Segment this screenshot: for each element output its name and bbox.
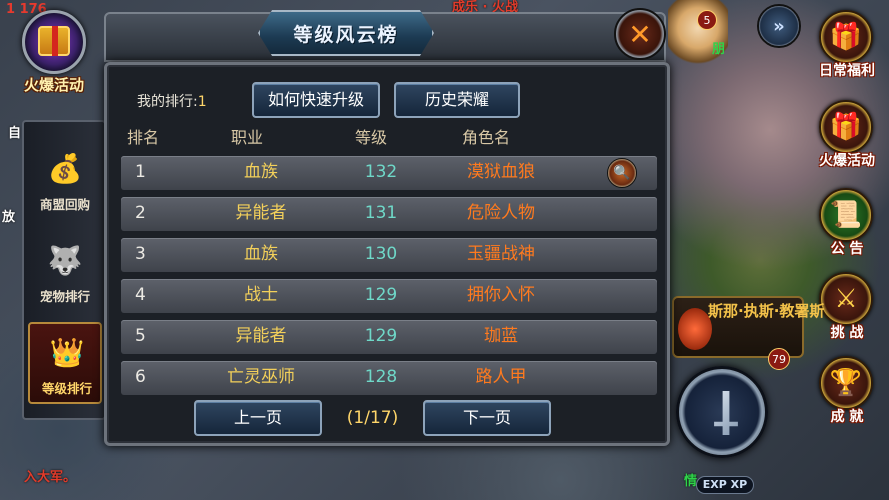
row-rank: 5 xyxy=(135,326,146,346)
row-name: 漠狱血狼 xyxy=(467,162,535,182)
trophy-icon: 🏆 xyxy=(819,356,873,410)
notice-label: 公 告 xyxy=(830,241,864,257)
daily-welfare-label: 日常福利 xyxy=(819,63,875,79)
row-name: 危险人物 xyxy=(467,203,535,223)
next-page-button[interactable]: 下一页 xyxy=(423,400,551,436)
row-level: 131 xyxy=(364,203,398,223)
row-class: 血族 xyxy=(244,162,278,182)
hot-event-label: 火爆活动 xyxy=(23,76,84,94)
gift-icon: 🎁 xyxy=(819,100,873,154)
coins-icon: 💰 xyxy=(47,151,83,185)
panel-title: 等级风云榜 xyxy=(293,23,399,46)
hero-name: 朋 xyxy=(712,42,726,57)
row-rank: 3 xyxy=(135,244,146,264)
panel-title-plate: 等级风云榜 xyxy=(258,10,434,56)
chat-text: 斯那·执斯·教署斯 xyxy=(708,302,825,320)
tab-level-ranking-label: 等级排行 xyxy=(41,381,92,396)
ranking-row[interactable]: 1 血族 132 漠狱血狼 🔍 xyxy=(121,156,657,190)
row-name: 珈蓝 xyxy=(484,326,518,346)
row-level: 129 xyxy=(364,326,398,346)
attack-skill-button[interactable] xyxy=(676,366,768,458)
row-name: 拥你入怀 xyxy=(467,285,535,305)
row-class: 血族 xyxy=(244,244,278,264)
ranking-row[interactable]: 3 血族 130 玉疆战神 xyxy=(121,238,657,272)
world-text-left: 自 xyxy=(8,126,22,141)
row-level: 130 xyxy=(364,244,398,264)
my-rank-value: 1 xyxy=(197,94,207,110)
how-to-level-up-button[interactable]: 如何快速升级 xyxy=(252,82,380,118)
inspect-player-button[interactable]: 🔍 xyxy=(607,158,637,188)
my-rank: 我的排行:1 xyxy=(137,91,207,111)
tab-level-ranking[interactable]: 👑 等级排行 xyxy=(28,322,102,404)
close-icon: ✕ xyxy=(628,17,652,51)
tab-pet-ranking[interactable]: 🐺 宠物排行 xyxy=(28,232,102,314)
hot-event-side-label: 火爆活动 xyxy=(819,153,875,169)
hot-event-button[interactable]: 火爆活动 xyxy=(2,0,110,110)
column-header-level: 等级 xyxy=(355,128,388,147)
crown-icon: 👑 xyxy=(49,335,85,369)
sword-icon xyxy=(714,391,738,435)
achievement-label: 成 就 xyxy=(830,409,864,425)
notice-icon: 📜 xyxy=(819,188,873,242)
column-header-class: 职业 xyxy=(231,128,264,147)
row-rank: 6 xyxy=(135,367,146,387)
row-rank: 4 xyxy=(135,285,146,305)
ranking-row[interactable]: 6 亡灵巫师 128 路人甲 xyxy=(121,361,657,395)
column-header-rank: 排名 xyxy=(127,128,160,147)
achievement-button[interactable]: 🏆 成 就 xyxy=(805,350,889,434)
previous-page-button[interactable]: 上一页 xyxy=(194,400,322,436)
row-class: 亡灵巫师 xyxy=(227,367,295,387)
column-header-name: 角色名 xyxy=(462,128,511,147)
tab-guild-buyback-label: 商盟回购 xyxy=(39,197,90,212)
fast-forward-icon: » xyxy=(773,15,785,37)
row-name: 路人甲 xyxy=(475,367,527,387)
row-name: 玉疆战神 xyxy=(467,244,535,264)
world-text-left-2: 放 xyxy=(2,210,16,225)
gift-icon: 🎁 xyxy=(819,10,873,64)
world-text-bottom-left: 入大军。 xyxy=(24,470,77,485)
magnifier-icon: 🔍 xyxy=(613,165,631,181)
row-class: 战士 xyxy=(244,285,278,305)
challenge-label: 挑 战 xyxy=(830,325,864,341)
world-text-bottom: 情 xyxy=(684,474,698,489)
pet-icon: 🐺 xyxy=(47,243,83,277)
fast-forward-button[interactable]: » xyxy=(757,4,801,48)
ranking-category-tabs: 💰 商盟回购 🐺 宠物排行 👑 等级排行 xyxy=(22,120,106,420)
hot-event-side-button[interactable]: 🎁 火爆活动 xyxy=(805,94,889,178)
row-level: 132 xyxy=(364,162,398,182)
history-honor-button[interactable]: 历史荣耀 xyxy=(394,82,520,118)
row-rank: 2 xyxy=(135,203,146,223)
ranking-row[interactable]: 4 战士 129 拥你入怀 xyxy=(121,279,657,313)
tab-guild-buyback[interactable]: 💰 商盟回购 xyxy=(28,140,102,222)
ranking-row[interactable]: 5 异能者 129 珈蓝 xyxy=(121,320,657,354)
hero-level-badge: 5 xyxy=(697,10,717,30)
row-rank: 1 xyxy=(135,162,146,182)
crossed-swords-icon: ⚔ xyxy=(819,272,873,326)
player-level-badge: 79 xyxy=(768,348,790,370)
close-button[interactable]: ✕ xyxy=(614,8,666,60)
daily-welfare-button[interactable]: 🎁 日常福利 xyxy=(805,4,889,88)
hero-portrait[interactable] xyxy=(668,0,728,70)
tab-pet-ranking-label: 宠物排行 xyxy=(39,289,90,304)
ranking-row[interactable]: 2 异能者 131 危险人物 xyxy=(121,197,657,231)
fire-orb-icon xyxy=(678,308,712,350)
page-indicator: (1/17) xyxy=(346,408,399,428)
row-class: 异能者 xyxy=(235,326,287,346)
notice-button[interactable]: 📜 公 告 xyxy=(805,182,889,266)
row-level: 128 xyxy=(364,367,398,387)
gift-icon xyxy=(38,26,70,56)
row-level: 129 xyxy=(364,285,398,305)
my-rank-label: 我的排行: xyxy=(137,94,198,110)
row-class: 异能者 xyxy=(235,203,287,223)
exp-label: EXP XP xyxy=(696,476,754,494)
right-side-menu: 🎁 日常福利 🎁 火爆活动 📜 公 告 ⚔ 挑 战 🏆 成 就 xyxy=(805,0,889,500)
